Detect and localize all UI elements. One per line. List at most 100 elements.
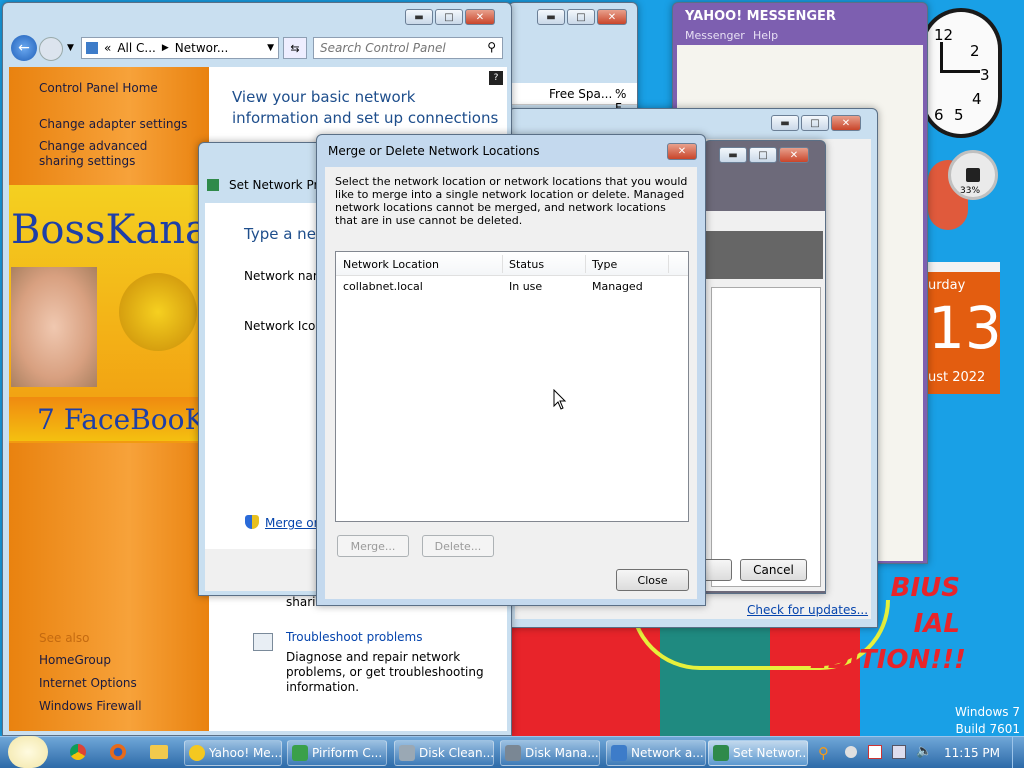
ccleaner-icon bbox=[292, 745, 308, 761]
column-status[interactable]: Status bbox=[509, 258, 544, 271]
close-button[interactable]: ✕ bbox=[831, 115, 861, 131]
close-button[interactable]: ✕ bbox=[597, 9, 627, 25]
close-dialog-button[interactable]: Close bbox=[616, 569, 689, 591]
folder-icon[interactable] bbox=[150, 745, 168, 759]
disk-management-icon bbox=[505, 745, 521, 761]
address-bar[interactable]: « All C... ▶ Networ... ▼ bbox=[81, 37, 279, 59]
start-button[interactable] bbox=[8, 736, 48, 768]
taskbar-item-disk-management[interactable]: Disk Mana... bbox=[500, 740, 600, 766]
see-also-internet-options[interactable]: Internet Options bbox=[39, 676, 137, 690]
clock-hour-hand bbox=[940, 70, 980, 73]
back-button[interactable]: ← bbox=[11, 35, 37, 61]
column-free-space[interactable]: Free Spa... bbox=[549, 87, 612, 101]
set-network-heading: Type a net bbox=[244, 225, 322, 243]
merge-description: Select the network location or network l… bbox=[335, 175, 688, 227]
network-name-label: Network nam bbox=[244, 269, 325, 283]
breadcrumb-all[interactable]: All C... bbox=[117, 41, 156, 55]
network-center-icon bbox=[611, 745, 627, 761]
cpu-meter-gadget[interactable]: 33% bbox=[928, 150, 998, 230]
row-location: collabnet.local bbox=[343, 280, 423, 293]
minimize-button[interactable]: ▬ bbox=[719, 147, 747, 163]
delete-button[interactable]: Delete... bbox=[422, 535, 494, 557]
close-button[interactable]: ✕ bbox=[465, 9, 495, 25]
child-photo bbox=[11, 267, 97, 387]
link-check-updates[interactable]: Check for updates... bbox=[747, 603, 868, 617]
network-icon bbox=[207, 179, 219, 191]
minimize-button[interactable]: ▬ bbox=[405, 9, 433, 25]
see-also-heading: See also bbox=[39, 631, 90, 645]
search-box[interactable]: ⚲ bbox=[313, 37, 503, 59]
cpu-icon bbox=[966, 168, 980, 182]
help-icon[interactable]: ? bbox=[489, 71, 503, 85]
merge-button[interactable]: Merge... bbox=[337, 535, 409, 557]
tray-network-icon[interactable] bbox=[892, 745, 906, 759]
calendar-gadget[interactable]: urday 13 ust 2022 bbox=[928, 262, 1002, 394]
column-type[interactable]: Type bbox=[592, 258, 617, 271]
row-status: In use bbox=[509, 280, 543, 293]
maximize-button[interactable]: □ bbox=[749, 147, 777, 163]
banner-image: BossKanae 7 FaceBooK bbox=[9, 185, 233, 443]
taskbar-item-disk-cleanup[interactable]: Disk Clean... bbox=[394, 740, 494, 766]
windows-watermark-2: Build 7601 bbox=[955, 722, 1020, 736]
cpu-percent: 33% bbox=[960, 186, 981, 196]
shield-icon bbox=[245, 515, 259, 529]
show-desktop-button[interactable] bbox=[1012, 737, 1024, 768]
cancel-button[interactable]: Cancel bbox=[740, 559, 807, 581]
forward-button[interactable] bbox=[39, 37, 63, 61]
taskbar-item-piriform[interactable]: Piriform C... bbox=[287, 740, 387, 766]
search-input[interactable] bbox=[314, 38, 474, 58]
firefox-icon[interactable] bbox=[110, 744, 126, 760]
yahoo-menu-help[interactable]: Help bbox=[753, 29, 778, 42]
page-title: View your basic network information and … bbox=[232, 88, 499, 127]
yahoo-menu-messenger[interactable]: Messenger bbox=[685, 29, 745, 42]
taskbar-item-set-network[interactable]: Set Networ... bbox=[708, 740, 808, 766]
maximize-button[interactable]: □ bbox=[435, 9, 463, 25]
maximize-button[interactable]: □ bbox=[801, 115, 829, 131]
address-dropdown-icon[interactable]: ▼ bbox=[267, 43, 274, 53]
taskbar-item-network[interactable]: Network a... bbox=[606, 740, 706, 766]
clock-minute-hand bbox=[940, 42, 943, 72]
merge-delete-dialog[interactable]: Merge or Delete Network Locations ✕ Sele… bbox=[316, 134, 706, 606]
maximize-button[interactable]: □ bbox=[567, 9, 595, 25]
banner-subtitle: 7 FaceBooK bbox=[37, 403, 206, 436]
taskbar-clock[interactable]: 11:15 PM bbox=[944, 746, 1000, 760]
tray-smiley-icon[interactable] bbox=[845, 746, 857, 758]
troubleshoot-link[interactable]: Troubleshoot problems bbox=[286, 630, 422, 644]
sidebar: Control Panel Home Change adapter settin… bbox=[9, 67, 233, 731]
yahoo-title: YAHOO! MESSENGER bbox=[685, 9, 836, 24]
sidebar-item-control-panel-home[interactable]: Control Panel Home bbox=[39, 81, 158, 95]
merge-or-delete-link[interactable]: Merge or bbox=[265, 516, 319, 530]
network-icon-label: Network Icon bbox=[244, 319, 324, 333]
recent-pages-icon[interactable]: ▼ bbox=[67, 43, 74, 53]
sidebar-item-sharing-settings[interactable]: Change advanced sharing settings bbox=[39, 139, 189, 169]
see-also-homegroup[interactable]: HomeGroup bbox=[39, 653, 111, 667]
refresh-button[interactable]: ⇆ bbox=[283, 37, 307, 59]
network-locations-list[interactable]: Network Location Status Type collabnet.l… bbox=[335, 251, 689, 522]
close-button[interactable]: ✕ bbox=[667, 143, 697, 160]
list-header: Network Location Status Type bbox=[336, 252, 688, 276]
search-icon[interactable]: ⚲ bbox=[818, 744, 829, 762]
sidebar-item-adapter-settings[interactable]: Change adapter settings bbox=[39, 117, 187, 131]
taskbar-item-yahoo[interactable]: Yahoo! Me... bbox=[184, 740, 282, 766]
table-row[interactable]: collabnet.local In use Managed bbox=[336, 278, 688, 296]
breadcrumb-arrow-icon: ▶ bbox=[161, 43, 169, 53]
set-network-properties-window[interactable]: Set Network Prop Type a net Network nam … bbox=[198, 142, 333, 596]
see-also-windows-firewall[interactable]: Windows Firewall bbox=[39, 699, 142, 713]
minimize-button[interactable]: ▬ bbox=[537, 9, 565, 25]
clock-gadget[interactable]: 12 2 3 4 5 6 bbox=[920, 8, 1002, 138]
tray-flag-icon[interactable] bbox=[868, 745, 882, 759]
merge-dialog-body: Select the network location or network l… bbox=[325, 167, 697, 599]
disk-cleanup-icon bbox=[399, 745, 415, 761]
search-icon[interactable]: ⚲ bbox=[487, 40, 496, 54]
minimize-button[interactable]: ▬ bbox=[771, 115, 799, 131]
chrome-icon[interactable] bbox=[70, 744, 86, 760]
smiley-image bbox=[119, 273, 197, 351]
chevron-icon: « bbox=[104, 41, 112, 55]
breadcrumb-network[interactable]: Networ... bbox=[175, 41, 229, 55]
column-network-location[interactable]: Network Location bbox=[343, 258, 439, 271]
tray-volume-icon[interactable]: 🔈 bbox=[916, 744, 932, 759]
row-type: Managed bbox=[592, 280, 643, 293]
close-button[interactable]: ✕ bbox=[779, 147, 809, 163]
control-panel-icon bbox=[86, 42, 98, 54]
secondary-window[interactable]: ▬ □ ✕ bbox=[704, 140, 826, 594]
